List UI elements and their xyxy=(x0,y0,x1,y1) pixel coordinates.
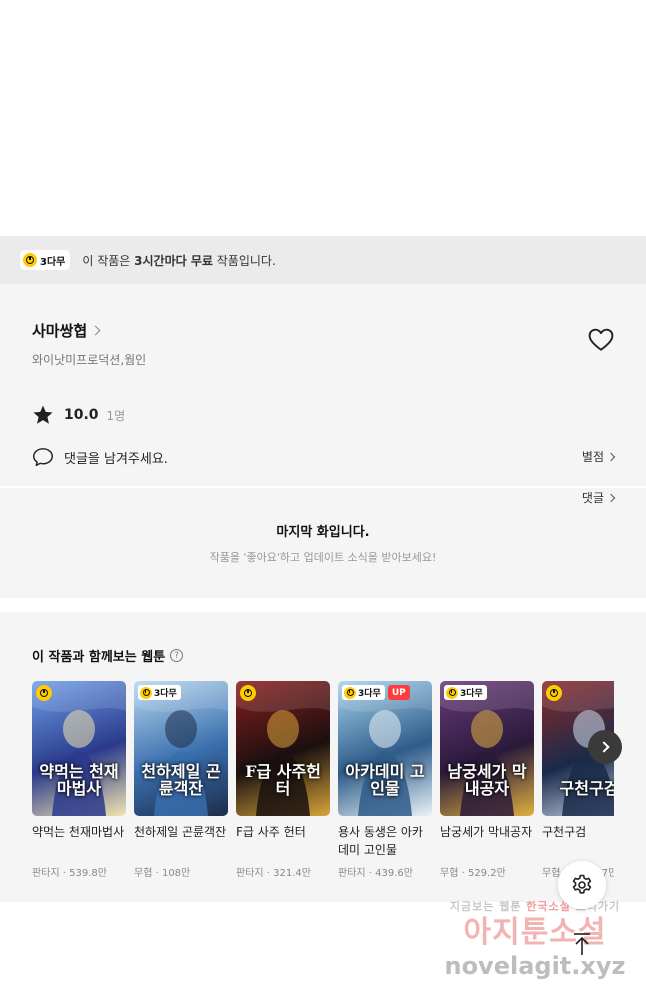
webtoon-card[interactable]: 약먹는 천재마법사 약먹는 천재마법사 판타지 · 539.8만 xyxy=(32,681,126,879)
arrow-up-icon xyxy=(574,933,590,955)
cover-logo: 남궁세가 막내공자 xyxy=(447,761,527,799)
comment-link[interactable]: 댓글 xyxy=(581,489,616,506)
webtoon-title[interactable]: 구천구검 xyxy=(542,823,614,859)
chevron-right-icon xyxy=(606,452,616,461)
webtoon-title[interactable]: F급 사주 헌터 xyxy=(236,823,330,859)
webtoon-thumbnail[interactable]: 3다무 UP 아카데미 고인물 xyxy=(338,681,432,816)
settings-button[interactable] xyxy=(558,861,606,909)
webtoon-genre: 판타지 xyxy=(236,868,264,879)
webtoon-genre: 판타지 xyxy=(338,868,366,879)
work-info-section: 사마쌍협 와이낫미프로덕션,웜인 10.0 1명 별점 댓글을 남겨주세요. 댓… xyxy=(0,284,646,505)
clock-icon xyxy=(546,685,562,701)
comment-prompt: 댓글을 남겨주세요. xyxy=(64,451,168,467)
clock-icon xyxy=(23,253,37,267)
comment-link-label: 댓글 xyxy=(581,491,604,505)
webtoon-title[interactable]: 약먹는 천재마법사 xyxy=(32,823,126,859)
update-badge: UP xyxy=(387,685,410,700)
webtoon-views: 108만 xyxy=(161,868,191,879)
webtoon-card[interactable]: F급 사주헌터 F급 사주 헌터 판타지 · 321.4만 xyxy=(236,681,330,879)
speech-bubble-icon xyxy=(33,448,53,467)
recommendations-heading-text: 이 작품과 함께보는 웹툰 xyxy=(32,650,166,665)
webtoon-card[interactable]: 구천구검 구천구검 무협 · 1,121.7만 xyxy=(542,681,614,879)
rating-value: 10.0 xyxy=(64,407,99,423)
webtoon-card[interactable]: 3다무 천하제일 곤륜객잔 천하제일 곤륜객잔 무협 · 108만 xyxy=(134,681,228,879)
three-hour-free-badge: 3다무 xyxy=(444,685,487,700)
webtoon-views: 529.2만 xyxy=(467,868,506,879)
webtoon-genre: 판타지 xyxy=(32,868,60,879)
chevron-right-icon xyxy=(90,325,101,336)
webtoon-thumbnail[interactable]: 3다무 남궁세가 막내공자 xyxy=(440,681,534,816)
last-episode-title: 마지막 화입니다. xyxy=(276,525,370,540)
three-hour-free-badge: 3다무 xyxy=(342,685,385,700)
webtoon-meta: 무협 · 529.2만 xyxy=(440,868,506,879)
last-episode-panel: 마지막 화입니다. 작품을 '좋아요'하고 업데이트 소식을 받아보세요! xyxy=(0,488,646,598)
free-notice-bar: 3다무 이 작품은 3시간마다 무료 작품입니다. xyxy=(0,236,646,284)
thumbnail-badges xyxy=(36,685,52,701)
thumbnail-badges xyxy=(240,685,256,701)
help-icon[interactable]: ? xyxy=(170,649,184,662)
webtoon-meta: 판타지 · 321.4만 xyxy=(236,868,311,879)
cover-logo: F급 사주헌터 xyxy=(245,761,321,799)
last-episode-subtitle: 작품을 '좋아요'하고 업데이트 소식을 받아보세요! xyxy=(209,551,437,564)
thumbnail-badges xyxy=(546,685,562,701)
webtoon-views: 439.6만 xyxy=(375,868,413,879)
gear-icon xyxy=(572,874,592,894)
watermark-line2: 아지툰소설 xyxy=(463,915,607,950)
watermark-line3: novelagit.xyz xyxy=(444,952,626,980)
webtoon-genre: 무협 xyxy=(440,868,459,879)
webtoon-meta: 판타지 · 539.8만 xyxy=(32,868,107,879)
recommendations-section: 이 작품과 함께보는 웹툰 ? 약먹는 천재마법사 약먹는 천재마법사 판타지 … xyxy=(0,612,646,902)
top-blank-area xyxy=(0,0,646,236)
webtoon-genre: 무협 xyxy=(542,868,561,879)
three-hour-free-badge: 3다무 xyxy=(20,250,71,270)
clock-icon xyxy=(36,685,52,701)
thumbnail-badges: 3다무 xyxy=(444,685,487,701)
star-icon xyxy=(33,405,53,424)
cover-logo: 아카데미 고인물 xyxy=(345,761,425,799)
cover-logo: 구천구검 xyxy=(559,779,614,799)
author-link[interactable]: 사마쌍협 xyxy=(32,320,614,341)
webtoon-genre: 무협 xyxy=(134,868,153,879)
webtoon-meta: 판타지 · 439.6만 xyxy=(338,868,413,879)
chevron-right-icon xyxy=(606,493,616,502)
webtoon-thumbnail[interactable]: 약먹는 천재마법사 xyxy=(32,681,126,816)
webtoon-views: 321.4만 xyxy=(273,868,311,879)
rating-count: 1명 xyxy=(106,408,126,423)
rating-link[interactable]: 별점 xyxy=(581,448,616,465)
webtoon-thumbnail[interactable]: F급 사주헌터 xyxy=(236,681,330,816)
webtoon-title[interactable]: 천하제일 곤륜객잔 xyxy=(134,823,228,859)
webtoon-title[interactable]: 남궁세가 막내공자 xyxy=(440,823,534,859)
webtoon-views: 539.8만 xyxy=(69,868,107,879)
next-arrow-button[interactable] xyxy=(588,730,622,764)
badge-label: 3다무 xyxy=(40,256,66,268)
clock-icon xyxy=(446,686,458,699)
comment-row[interactable]: 댓글을 남겨주세요. xyxy=(32,447,614,467)
site-watermark: 지금보는 웹툰 한국소설 보러가기 아지툰소설 novelagit.xyz xyxy=(440,898,630,993)
studio-names: 와이낫미프로덕션,웜인 xyxy=(32,353,147,367)
rating-link-label: 별점 xyxy=(581,450,604,464)
thumbnail-badges: 3다무 xyxy=(138,685,181,701)
webtoon-thumbnail[interactable]: 3다무 천하제일 곤륜객잔 xyxy=(134,681,228,816)
webtoon-title[interactable]: 용사 동생은 아카데미 고인물 xyxy=(338,823,432,859)
cover-logo: 약먹는 천재마법사 xyxy=(39,761,119,799)
scroll-top-button[interactable] xyxy=(566,928,598,960)
clock-icon xyxy=(344,686,356,699)
notice-text: 이 작품은 3시간마다 무료 작품입니다. xyxy=(82,253,276,268)
recommendations-heading: 이 작품과 함께보는 웹툰 ? xyxy=(32,646,646,665)
heart-icon[interactable] xyxy=(588,328,614,352)
author-name: 사마쌍협 xyxy=(32,322,88,340)
rating-row: 10.0 1명 xyxy=(32,404,614,426)
cover-logo: 천하제일 곤륜객잔 xyxy=(141,761,221,799)
recommendation-list: 약먹는 천재마법사 약먹는 천재마법사 판타지 · 539.8만 3다무 천하제… xyxy=(32,681,614,879)
thumbnail-badges: 3다무 UP xyxy=(342,685,410,701)
three-hour-free-badge: 3다무 xyxy=(138,685,181,700)
webtoon-card[interactable]: 3다무 남궁세가 막내공자 남궁세가 막내공자 무협 · 529.2만 xyxy=(440,681,534,879)
webtoon-meta: 무협 · 108만 xyxy=(134,868,191,879)
clock-icon xyxy=(140,686,152,699)
clock-icon xyxy=(240,685,256,701)
webtoon-card[interactable]: 3다무 UP 아카데미 고인물 용사 동생은 아카데미 고인물 판타지 · 439… xyxy=(338,681,432,879)
chevron-right-icon xyxy=(597,741,610,753)
